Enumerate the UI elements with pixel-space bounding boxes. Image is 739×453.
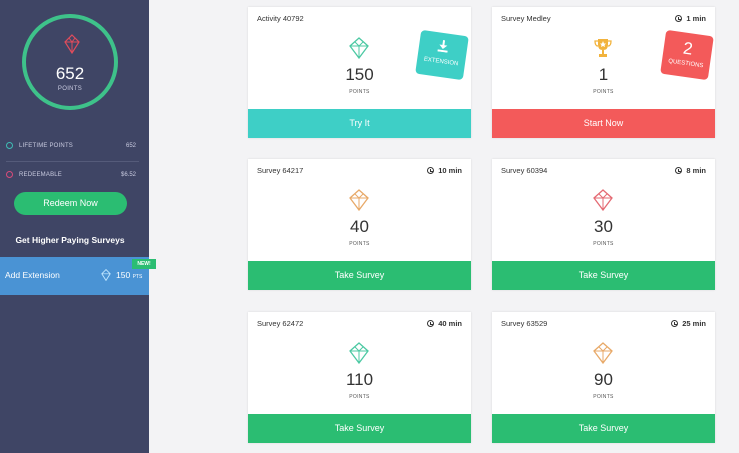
points-value: 1	[598, 65, 609, 84]
points-label: POINTS	[57, 86, 83, 92]
take-survey-button[interactable]: Take Survey	[248, 414, 471, 443]
points-label: POINTS	[349, 89, 370, 95]
download-icon	[437, 40, 448, 53]
points-label: POINTS	[593, 89, 614, 95]
lifetime-dot-icon	[6, 142, 13, 149]
sidebar: 652 POINTS LIFETIME POINTS 652 REDEEMABL…	[0, 0, 156, 453]
diamond-icon	[593, 189, 613, 211]
redeemable-value: $6.52	[120, 172, 136, 178]
extension-points: 150 PTS	[116, 270, 143, 280]
lifetime-points-label: LIFETIME POINTS	[19, 143, 74, 149]
lifetime-points-row: LIFETIME POINTS 652	[6, 141, 136, 153]
card-title: Activity 40792	[257, 14, 304, 23]
clock-icon	[427, 320, 435, 327]
diamond-icon	[64, 34, 80, 54]
points-value: 110	[345, 370, 374, 389]
card-title: Survey 62472	[257, 319, 304, 328]
clock-icon	[675, 15, 683, 22]
add-extension-label: Add Extension	[5, 270, 60, 280]
lifetime-points-value: 652	[125, 143, 136, 149]
clock-icon	[675, 167, 683, 174]
clock-icon	[427, 167, 435, 174]
card-duration: 10 min	[427, 166, 462, 175]
points-balance: 652	[55, 64, 85, 83]
diamond-icon	[349, 189, 369, 211]
card-title: Survey 64217	[257, 166, 304, 175]
card-title: Survey Medley	[501, 14, 551, 23]
higher-paying-heading: Get Higher Paying Surveys	[15, 235, 125, 245]
take-survey-button[interactable]: Take Survey	[492, 261, 715, 290]
points-label: POINTS	[349, 394, 370, 400]
redeemable-row: REDEEMABLE $6.52	[6, 170, 136, 182]
new-flag: NEW!	[132, 259, 156, 269]
take-survey-button[interactable]: Take Survey	[492, 414, 715, 443]
survey-medley-card[interactable]: Survey Medley 1 min 2 QUESTIONS 1 POINTS…	[492, 7, 715, 138]
diamond-icon	[349, 342, 369, 364]
card-duration: 25 min	[671, 319, 706, 328]
diamond-icon	[101, 269, 111, 281]
divider	[6, 161, 139, 162]
card-duration: 8 min	[675, 166, 706, 175]
points-ring: 652 POINTS	[22, 14, 118, 110]
survey-card[interactable]: Survey 62472 40 min 110 POINTS Take Surv…	[248, 312, 471, 443]
survey-card[interactable]: Survey 60394 8 min 30 POINTS Take Survey	[492, 159, 715, 290]
points-value: 90	[594, 370, 613, 389]
points-value: 40	[350, 217, 369, 236]
redeem-now-button[interactable]: Redeem Now	[14, 192, 127, 215]
take-survey-button[interactable]: Take Survey	[248, 261, 471, 290]
points-value: 150	[345, 65, 374, 84]
points-label: POINTS	[593, 394, 614, 400]
card-duration: 40 min	[427, 319, 462, 328]
points-label: POINTS	[349, 241, 370, 247]
survey-card[interactable]: Survey 63529 25 min 90 POINTS Take Surve…	[492, 312, 715, 443]
points-value: 30	[594, 217, 613, 236]
redeemable-label: REDEEMABLE	[19, 172, 63, 178]
points-label: POINTS	[593, 241, 614, 247]
start-now-button[interactable]: Start Now	[492, 109, 715, 138]
card-duration: 1 min	[675, 14, 706, 23]
card-title: Survey 63529	[501, 319, 548, 328]
activity-card[interactable]: Activity 40792 EXTENSION 150 POINTS Try …	[248, 7, 471, 138]
try-it-button[interactable]: Try It	[248, 109, 471, 138]
add-extension-row[interactable]: Add Extension 150 PTS NEW!	[0, 257, 156, 295]
diamond-icon	[593, 342, 613, 364]
diamond-icon	[349, 37, 369, 59]
card-title: Survey 60394	[501, 166, 548, 175]
clock-icon	[671, 320, 679, 327]
survey-card[interactable]: Survey 64217 10 min 40 POINTS Take Surve…	[248, 159, 471, 290]
redeemable-dot-icon	[6, 171, 13, 178]
trophy-icon	[594, 39, 612, 57]
